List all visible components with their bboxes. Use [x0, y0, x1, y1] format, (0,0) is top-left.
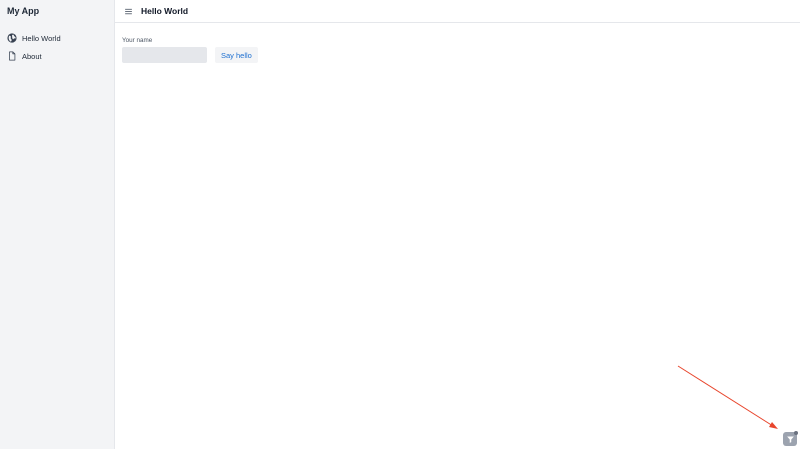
- sidebar-item-hello-world[interactable]: Hello World: [0, 29, 114, 47]
- form-row: Say hello: [122, 47, 800, 63]
- globe-icon: [7, 33, 17, 43]
- hamburger-menu-icon[interactable]: [123, 6, 133, 16]
- sidebar: My App Hello World About: [0, 0, 115, 449]
- sidebar-item-label: Hello World: [22, 33, 61, 43]
- app-brand: My App: [7, 6, 40, 16]
- sidebar-item-about[interactable]: About: [0, 47, 114, 65]
- page-title: Hello World: [141, 6, 189, 16]
- sidebar-item-label: About: [22, 51, 42, 61]
- main-area: Hello World Your name Say hello: [115, 0, 800, 449]
- say-hello-button[interactable]: Say hello: [215, 47, 258, 63]
- hello-form: Your name Say hello: [115, 23, 800, 63]
- name-input[interactable]: [122, 47, 207, 63]
- name-label: Your name: [122, 37, 153, 44]
- sidebar-nav: Hello World About: [0, 29, 114, 65]
- app-root: My App Hello World About Hello World You…: [0, 0, 800, 449]
- notification-dot: [794, 431, 798, 435]
- corner-filter-button[interactable]: [783, 431, 798, 446]
- topbar: Hello World: [115, 0, 800, 23]
- funnel-icon: [786, 436, 794, 443]
- document-icon: [7, 51, 17, 61]
